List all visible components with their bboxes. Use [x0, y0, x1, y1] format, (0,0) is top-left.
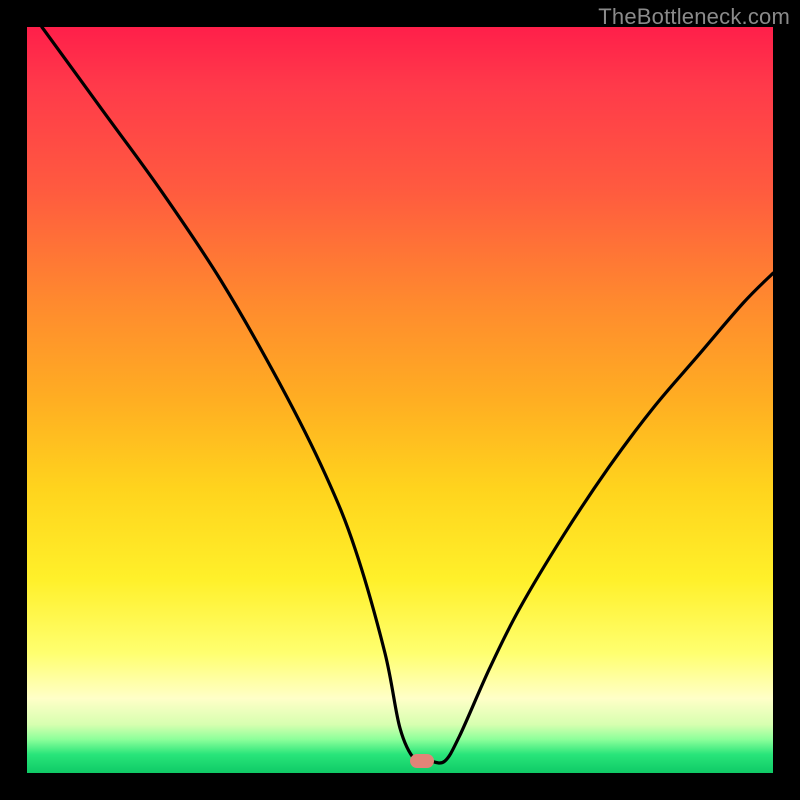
watermark-text: TheBottleneck.com — [598, 4, 790, 30]
bottleneck-curve — [27, 27, 773, 773]
chart-frame: TheBottleneck.com — [0, 0, 800, 800]
optimum-marker — [410, 754, 434, 768]
plot-area — [27, 27, 773, 773]
